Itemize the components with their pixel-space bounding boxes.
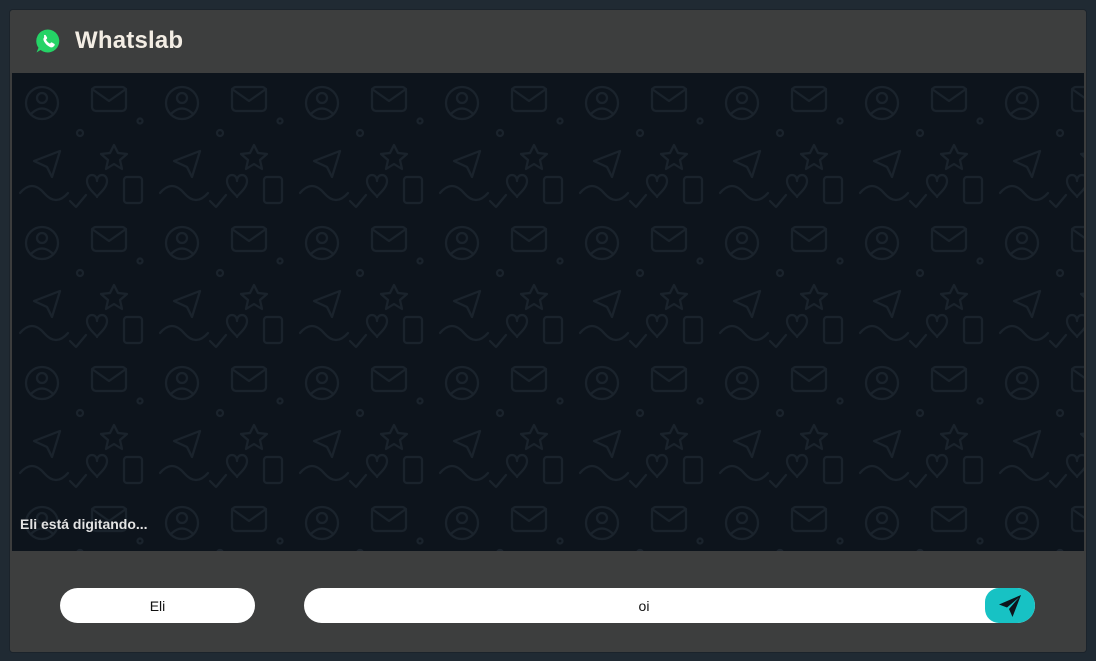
typing-indicator: Eli está digitando... [20, 516, 148, 532]
send-button[interactable] [985, 588, 1035, 623]
message-input[interactable] [304, 588, 984, 623]
chat-wallpaper-pattern [12, 73, 1084, 551]
app-title: Whatslab [75, 27, 184, 54]
sender-name-input[interactable] [60, 588, 255, 623]
composer-bar [10, 551, 1086, 652]
app-window: Whatslab Eli está digitando... Eli oi [10, 10, 1086, 652]
app-header: Whatslab [10, 10, 1086, 73]
paper-plane-icon [997, 593, 1023, 619]
message-input-wrapper [304, 588, 1035, 623]
whatsapp-icon [34, 27, 62, 55]
chat-area: Eli está digitando... [12, 73, 1084, 551]
